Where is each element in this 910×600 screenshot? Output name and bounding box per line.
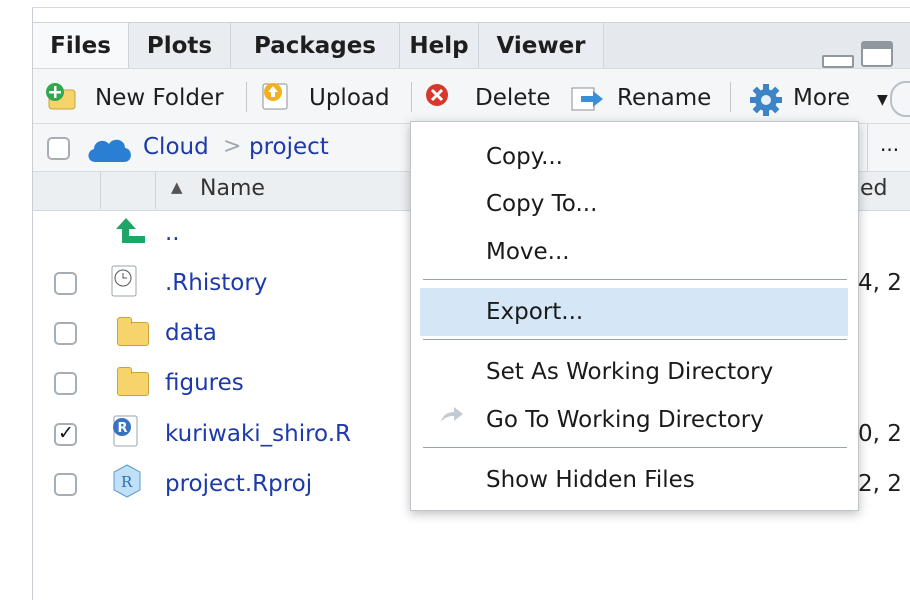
minimize-pane-icon[interactable] — [822, 55, 854, 68]
row-checkbox-checked[interactable] — [54, 422, 77, 446]
delete-icon — [426, 84, 448, 106]
rproj-icon: R — [113, 464, 141, 498]
menu-item-copy[interactable]: Copy... — [486, 134, 563, 180]
chevron-down-icon: ▼ — [877, 92, 888, 108]
tab-plots[interactable]: Plots — [129, 23, 231, 69]
menu-item-copy-to[interactable]: Copy To... — [486, 181, 597, 227]
menu-item-set-working-directory[interactable]: Set As Working Directory — [486, 349, 773, 395]
tab-files[interactable]: Files — [33, 23, 129, 69]
menu-separator — [423, 447, 847, 448]
pane-top-edge — [32, 0, 910, 8]
file-name-link[interactable]: kuriwaki_shiro.R — [165, 421, 351, 447]
more-button[interactable]: More ▼ — [749, 69, 889, 124]
tab-help[interactable]: Help — [400, 23, 479, 69]
new-folder-label: New Folder — [95, 85, 224, 111]
rename-button[interactable]: Rename — [571, 69, 721, 124]
table-row — [33, 312, 403, 358]
upload-icon — [262, 83, 288, 110]
column-name-header[interactable]: Name — [200, 176, 265, 201]
forward-arrow-icon — [441, 407, 463, 422]
file-name-link[interactable]: figures — [165, 370, 244, 396]
menu-item-show-hidden-files[interactable]: Show Hidden Files — [486, 457, 695, 503]
column-divider — [100, 171, 101, 209]
breadcrumb-overflow-button[interactable]: ... — [880, 132, 899, 156]
more-label: More — [793, 85, 851, 111]
row-checkbox[interactable] — [54, 473, 77, 496]
upload-button[interactable]: Upload — [259, 69, 409, 124]
column-divider — [155, 171, 156, 209]
more-dropdown-menu: Copy... Copy To... Move... Export... Set… — [410, 121, 859, 511]
upload-label: Upload — [309, 85, 390, 111]
breadcrumb-separator: > — [223, 134, 242, 159]
column-modified-header[interactable]: ed — [860, 176, 888, 201]
toolbar-divider — [246, 82, 247, 112]
file-name-link[interactable]: .Rhistory — [165, 270, 267, 296]
history-icon — [111, 265, 137, 297]
tab-bar: Files Plots Packages Help Viewer — [33, 22, 910, 69]
parent-directory-row[interactable]: .. — [100, 214, 400, 258]
row-checkbox[interactable] — [54, 372, 77, 395]
new-folder-icon — [46, 83, 76, 110]
breadcrumb-folder[interactable]: project — [249, 134, 329, 160]
folder-icon — [117, 317, 149, 346]
svg-text:R: R — [118, 421, 128, 436]
row-checkbox[interactable] — [54, 272, 77, 295]
menu-separator — [423, 339, 847, 340]
rename-label: Rename — [617, 85, 712, 111]
menu-item-go-working-directory[interactable]: Go To Working Directory — [486, 397, 764, 443]
file-modified: 4, 2 — [858, 270, 902, 296]
tab-viewer[interactable]: Viewer — [479, 23, 604, 69]
r-script-icon: R — [113, 415, 138, 447]
refresh-icon[interactable] — [890, 81, 910, 117]
tab-packages[interactable]: Packages — [231, 23, 400, 69]
gear-icon — [750, 84, 782, 116]
menu-separator — [423, 279, 847, 280]
breadcrumb-divider — [867, 124, 868, 172]
folder-icon — [117, 367, 149, 396]
breadcrumb-root[interactable]: Cloud — [143, 134, 209, 160]
toolbar-divider — [411, 82, 412, 112]
new-folder-button[interactable]: New Folder — [45, 69, 245, 124]
maximize-pane-icon[interactable] — [861, 41, 893, 67]
sort-ascending-icon: ▲ — [171, 178, 183, 196]
delete-button[interactable]: Delete — [425, 69, 555, 124]
parent-directory-link[interactable]: .. — [165, 220, 180, 246]
up-arrow-icon — [116, 218, 145, 243]
file-name-link[interactable]: project.Rproj — [165, 471, 312, 497]
file-name-link[interactable]: data — [165, 320, 217, 346]
select-all-checkbox[interactable] — [47, 137, 70, 160]
menu-item-export[interactable]: Export... — [486, 289, 583, 335]
file-modified: 0, 2 — [858, 421, 902, 447]
menu-highlight — [420, 288, 848, 336]
svg-text:R: R — [121, 473, 133, 491]
file-modified: 2, 2 — [858, 471, 902, 497]
menu-item-move[interactable]: Move... — [486, 229, 570, 275]
files-toolbar: New Folder Upload Delete Rename More ▼ — [33, 68, 910, 124]
toolbar-divider — [730, 82, 731, 112]
delete-label: Delete — [475, 85, 551, 111]
cloud-icon — [88, 139, 131, 162]
row-checkbox[interactable] — [54, 322, 77, 345]
rename-icon — [571, 87, 603, 111]
